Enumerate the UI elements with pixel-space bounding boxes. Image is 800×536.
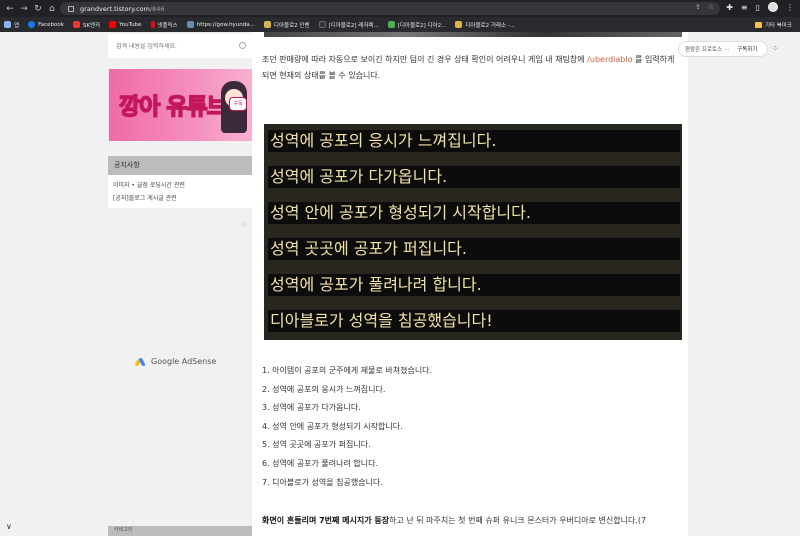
apps-grid-icon: [4, 21, 11, 28]
notice-link[interactable]: 이미지 • 글점 로딩시간 관련: [108, 180, 252, 189]
blog-name: 판람존 프로토스 ···: [685, 47, 730, 53]
extension-icon[interactable]: ✚: [726, 3, 733, 12]
lock-icon: [68, 5, 74, 12]
image-strip: [264, 32, 682, 37]
browser-toolbar: ← → ↻ ⌂ grandvert.tistory.com /846 ⇪ ☆ ✚…: [0, 0, 800, 17]
bold-lead: 화면이 흔들리며 7번째 메시지가 등장: [262, 516, 390, 525]
youtube-icon: [109, 21, 117, 28]
page-viewport: 깡아 유튜브 구독 공지사항 이미지 • 글점 로딩시간 관련 [공지]블로그 …: [0, 32, 800, 536]
bookmark-youtube[interactable]: YouTube: [109, 21, 142, 28]
bookmark-diablo-inven[interactable]: 디아블로2 인벤: [263, 21, 310, 29]
list-item: 4. 성역 안에 공포가 형성되기 시작합니다.: [262, 421, 403, 431]
blog-sidebar: 깡아 유튜브 구독 공지사항 이미지 • 글점 로딩시간 관련 [공지]블로그 …: [108, 32, 252, 536]
conclusion-paragraph: 화면이 흔들리며 7번째 메시지가 등장하고 난 뒤 마주치는 첫 번째 슈퍼 …: [262, 516, 647, 525]
bookmark-diablo-resurrected[interactable]: [디아블로2] 래저렉...: [318, 21, 379, 29]
other-bookmarks[interactable]: 기타 북마크: [754, 21, 792, 29]
game-message-line: 성역에 공포의 응시가 느껴집니다.: [268, 130, 680, 152]
more-options-icon[interactable]: ⁘: [772, 44, 782, 54]
guide-icon: [387, 21, 395, 28]
bookmark-diablo-trade[interactable]: 디아블로2 거래소 -...: [455, 21, 515, 29]
trade-icon: [455, 21, 463, 28]
folder-icon: [754, 22, 762, 28]
uberdiablo-command: /uberdiablo: [587, 55, 633, 64]
message-list: 1. 아이템이 공포의 군주에게 제물로 바쳐졌습니다. 2. 성역에 공포의 …: [262, 365, 432, 495]
bookmark-diablo2-guide[interactable]: [디아블로2] 디아2...: [387, 21, 446, 29]
chevron-down-icon[interactable]: ∨: [6, 522, 14, 531]
bookmarks-bar: 앱 Facebook SK엔카 YouTube 넷플릭스 https://gow…: [0, 17, 800, 32]
inven-icon: [263, 21, 271, 28]
list-item: 7. 디아블로가 성역을 침공했습니다.: [262, 477, 383, 487]
adsense-icon: [134, 357, 146, 366]
ad-slot[interactable]: ⓘ Google AdSense: [108, 220, 252, 520]
category-header: 카테고리: [108, 526, 252, 536]
list-item: 3. 성역에 공포가 다가옵니다.: [262, 403, 361, 413]
subscribe-widget: 판람존 프로토스 ··· 구독하기: [678, 41, 768, 57]
game-message-line: 성역에 공포가 다가옵니다.: [268, 166, 680, 188]
adsense-logo: Google AdSense: [134, 357, 217, 366]
search-box: [108, 34, 252, 58]
game-message-line: 성역에 공포가 풀려나려 합니다.: [268, 274, 680, 296]
game-message-line: 성역 곳곳에 공포가 퍼집니다.: [268, 238, 680, 260]
home-icon[interactable]: ⌂: [45, 4, 59, 14]
game-message-line: 디아블로가 성역을 침공했습니다!: [268, 310, 680, 332]
adsense-label: Google AdSense: [151, 357, 217, 366]
url-path: /846: [149, 4, 165, 13]
back-icon[interactable]: ←: [3, 4, 17, 14]
sidepanel-icon[interactable]: ▯: [756, 3, 760, 12]
url-host: grandvert.tistory.com: [80, 4, 150, 13]
list-item: 6. 성역에 공포가 풀려나려 합니다.: [262, 458, 379, 468]
hyundai-icon: [186, 21, 194, 28]
address-bar[interactable]: grandvert.tistory.com /846 ⇪ ☆: [60, 2, 720, 15]
notice-link[interactable]: [공지]블로그 게시글 관련: [108, 193, 252, 202]
star-icon[interactable]: ☆: [708, 3, 714, 11]
bookmark-netflix[interactable]: 넷플릭스: [150, 21, 178, 29]
diablo-icon: [318, 21, 326, 28]
reading-list-icon[interactable]: ≡: [741, 3, 748, 12]
game-message-screenshot: 성역에 공포의 응시가 느껴집니다. 성역에 공포가 다가옵니다. 성역 안에 …: [264, 124, 682, 340]
profile-avatar[interactable]: [768, 2, 778, 12]
bookmark-hyundai[interactable]: https://gow.hyunda...: [186, 21, 255, 28]
bookmark-sk-encar[interactable]: SK엔카: [72, 21, 100, 29]
facebook-icon: [28, 21, 36, 28]
bookmark-facebook[interactable]: Facebook: [28, 21, 64, 28]
intro-paragraph: 조던 판매량에 따라 자동으로 보이긴 하지만 텀이 긴 경우 상태 확인이 어…: [262, 55, 675, 80]
netflix-icon: [150, 21, 155, 28]
youtube-banner[interactable]: 깡아 유튜브 구독: [109, 69, 252, 141]
list-item: 1. 아이템이 공포의 군주에게 제물로 바쳐졌습니다.: [262, 366, 433, 375]
subscribe-bubble: 구독: [229, 97, 247, 111]
forward-icon[interactable]: →: [17, 4, 31, 14]
search-input[interactable]: [116, 42, 236, 50]
search-icon[interactable]: [239, 42, 246, 49]
ad-info-icon[interactable]: ⓘ: [242, 221, 250, 228]
share-icon[interactable]: ⇪: [695, 3, 701, 11]
notice-widget: 공지사항 이미지 • 글점 로딩시간 관련 [공지]블로그 게시글 관련: [108, 156, 252, 208]
menu-dots-icon[interactable]: ⋮: [786, 3, 794, 12]
banner-title: 깡아 유튜브: [118, 93, 228, 121]
notice-title: 공지사항: [108, 156, 252, 175]
bookmark-apps[interactable]: 앱: [4, 21, 19, 29]
game-message-line: 성역 안에 공포가 형성되기 시작합니다.: [268, 202, 680, 224]
list-item: 5. 성역 곳곳에 공포가 퍼집니다.: [262, 440, 371, 450]
reload-icon[interactable]: ↻: [31, 4, 45, 14]
sk-encar-icon: [72, 21, 80, 28]
subscribe-button[interactable]: 구독하기: [737, 45, 757, 53]
post-content: 조던 판매량에 따라 자동으로 보이긴 하지만 텀이 긴 경우 상태 확인이 어…: [252, 32, 688, 536]
list-item: 2. 성역에 공포의 응시가 느껴집니다.: [262, 384, 386, 394]
